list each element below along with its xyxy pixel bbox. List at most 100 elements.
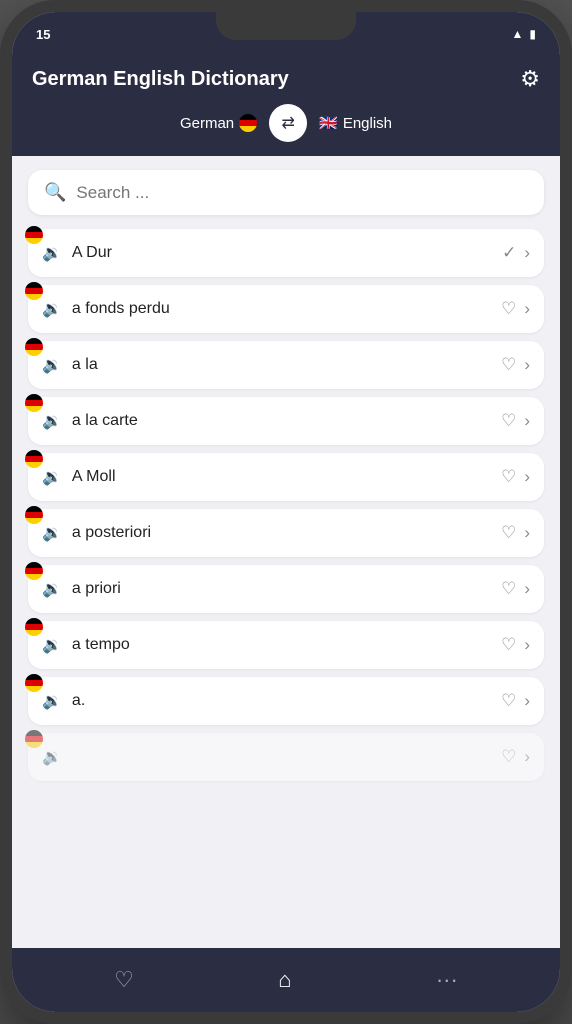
favorite-icon[interactable]: ♡ [501, 299, 516, 319]
from-language-text: German [180, 115, 234, 132]
list-item[interactable]: 🔉 a fonds perdu ♡ › [28, 285, 544, 333]
word-text: a tempo [72, 636, 501, 654]
speaker-icon[interactable]: 🔉 [42, 467, 62, 487]
chevron-right-icon[interactable]: › [524, 355, 530, 375]
to-language-text: English [343, 115, 392, 132]
flag-badge [24, 729, 44, 749]
favorites-icon: ♡ [114, 967, 134, 993]
word-text: a posteriori [72, 524, 501, 542]
phone-screen: 15 ▲ ▮ German English Dictionary ⚙ Germa… [12, 12, 560, 1012]
app-header: German English Dictionary ⚙ German ⇄ [12, 56, 560, 156]
list-item[interactable]: 🔉 A Moll ♡ › [28, 453, 544, 501]
list-item[interactable]: 🔉 A Dur ✓ › [28, 229, 544, 277]
home-icon: ⌂ [278, 967, 291, 993]
speaker-icon[interactable]: 🔉 [42, 355, 62, 375]
from-language-label: German [180, 114, 257, 132]
item-actions: ♡ › [501, 691, 530, 711]
speaker-icon[interactable]: 🔉 [42, 299, 62, 319]
status-icons: ▲ ▮ [512, 27, 537, 41]
battery-icon: ▮ [529, 27, 536, 41]
phone-frame: 15 ▲ ▮ German English Dictionary ⚙ Germa… [0, 0, 572, 1024]
from-flag-icon [239, 114, 257, 132]
chevron-right-icon: › [524, 747, 530, 767]
item-actions: ♡ › [501, 411, 530, 431]
flag-badge [24, 505, 44, 525]
speaker-icon[interactable]: 🔉 [42, 635, 62, 655]
item-actions: ✓ › [502, 243, 530, 263]
favorite-icon[interactable]: ♡ [501, 523, 516, 543]
item-actions: ♡ › [501, 747, 530, 767]
status-time: 15 [36, 27, 50, 42]
word-text: a fonds perdu [72, 300, 501, 318]
word-text: a. [72, 692, 501, 710]
speaker-icon[interactable]: 🔉 [42, 523, 62, 543]
favorite-icon[interactable]: ♡ [501, 355, 516, 375]
search-section: 🔍 [12, 156, 560, 223]
to-language-label: 🇬🇧 English [319, 114, 392, 132]
more-icon: ··· [436, 967, 458, 993]
search-icon: 🔍 [44, 182, 66, 203]
chevron-right-icon[interactable]: › [524, 411, 530, 431]
speaker-icon[interactable]: 🔉 [42, 691, 62, 711]
flag-badge [24, 561, 44, 581]
flag-badge [24, 337, 44, 357]
list-item[interactable]: 🔉 a la carte ♡ › [28, 397, 544, 445]
app-title-row: German English Dictionary ⚙ [32, 66, 540, 92]
chevron-right-icon[interactable]: › [524, 299, 530, 319]
item-actions: ♡ › [501, 635, 530, 655]
app-title: German English Dictionary [32, 68, 289, 91]
speaker-icon[interactable]: 🔉 [42, 243, 62, 263]
nav-item-home[interactable]: ⌂ [278, 967, 291, 993]
list-item[interactable]: 🔉 a priori ♡ › [28, 565, 544, 613]
chevron-right-icon[interactable]: › [524, 579, 530, 599]
item-actions: ♡ › [501, 523, 530, 543]
status-bar: 15 ▲ ▮ [12, 12, 560, 56]
to-flag-icon: 🇬🇧 [319, 114, 338, 132]
settings-icon[interactable]: ⚙ [520, 66, 540, 92]
item-actions: ♡ › [501, 579, 530, 599]
speaker-icon[interactable]: 🔉 [42, 579, 62, 599]
list-item[interactable]: 🔉 a tempo ♡ › [28, 621, 544, 669]
bottom-nav: ♡ ⌂ ··· [12, 948, 560, 1012]
flag-badge [24, 393, 44, 413]
word-text: A Moll [72, 468, 501, 486]
favorite-icon[interactable]: ♡ [501, 635, 516, 655]
chevron-right-icon[interactable]: › [524, 467, 530, 487]
favorite-icon[interactable]: ♡ [501, 467, 516, 487]
word-text: a la [72, 356, 501, 374]
chevron-right-icon[interactable]: › [524, 635, 530, 655]
favorite-icon[interactable]: ♡ [501, 579, 516, 599]
favorite-icon[interactable]: ♡ [501, 691, 516, 711]
word-text: A Dur [72, 244, 502, 262]
signal-icon: ▲ [512, 27, 524, 41]
favorite-icon: ♡ [501, 747, 516, 767]
list-item[interactable]: 🔉 a la ♡ › [28, 341, 544, 389]
nav-item-more[interactable]: ··· [436, 967, 458, 993]
flag-badge [24, 281, 44, 301]
favorite-icon[interactable]: ♡ [501, 411, 516, 431]
flag-badge [24, 449, 44, 469]
item-actions: ♡ › [501, 355, 530, 375]
search-bar: 🔍 [28, 170, 544, 215]
speaker-icon[interactable]: 🔉 [42, 411, 62, 431]
switch-languages-button[interactable]: ⇄ [269, 104, 307, 142]
word-text: a la carte [72, 412, 501, 430]
item-actions: ♡ › [501, 467, 530, 487]
chevron-right-icon[interactable]: › [524, 523, 530, 543]
notch [216, 12, 356, 40]
chevron-right-icon[interactable]: › [524, 691, 530, 711]
list-item: 🔉 ♡ › [28, 733, 544, 781]
word-text: a priori [72, 580, 501, 598]
speaker-icon: 🔉 [42, 747, 62, 767]
flag-badge [24, 225, 44, 245]
chevron-right-icon[interactable]: › [524, 243, 530, 263]
word-list: 🔉 A Dur ✓ › 🔉 a fonds perdu ♡ › [12, 223, 560, 948]
item-actions: ♡ › [501, 299, 530, 319]
favorite-icon[interactable]: ✓ [502, 243, 516, 263]
nav-item-favorites[interactable]: ♡ [114, 967, 134, 993]
list-item[interactable]: 🔉 a posteriori ♡ › [28, 509, 544, 557]
list-item[interactable]: 🔉 a. ♡ › [28, 677, 544, 725]
search-input[interactable] [76, 183, 528, 203]
lang-switcher: German ⇄ 🇬🇧 English [32, 104, 540, 142]
flag-badge [24, 673, 44, 693]
